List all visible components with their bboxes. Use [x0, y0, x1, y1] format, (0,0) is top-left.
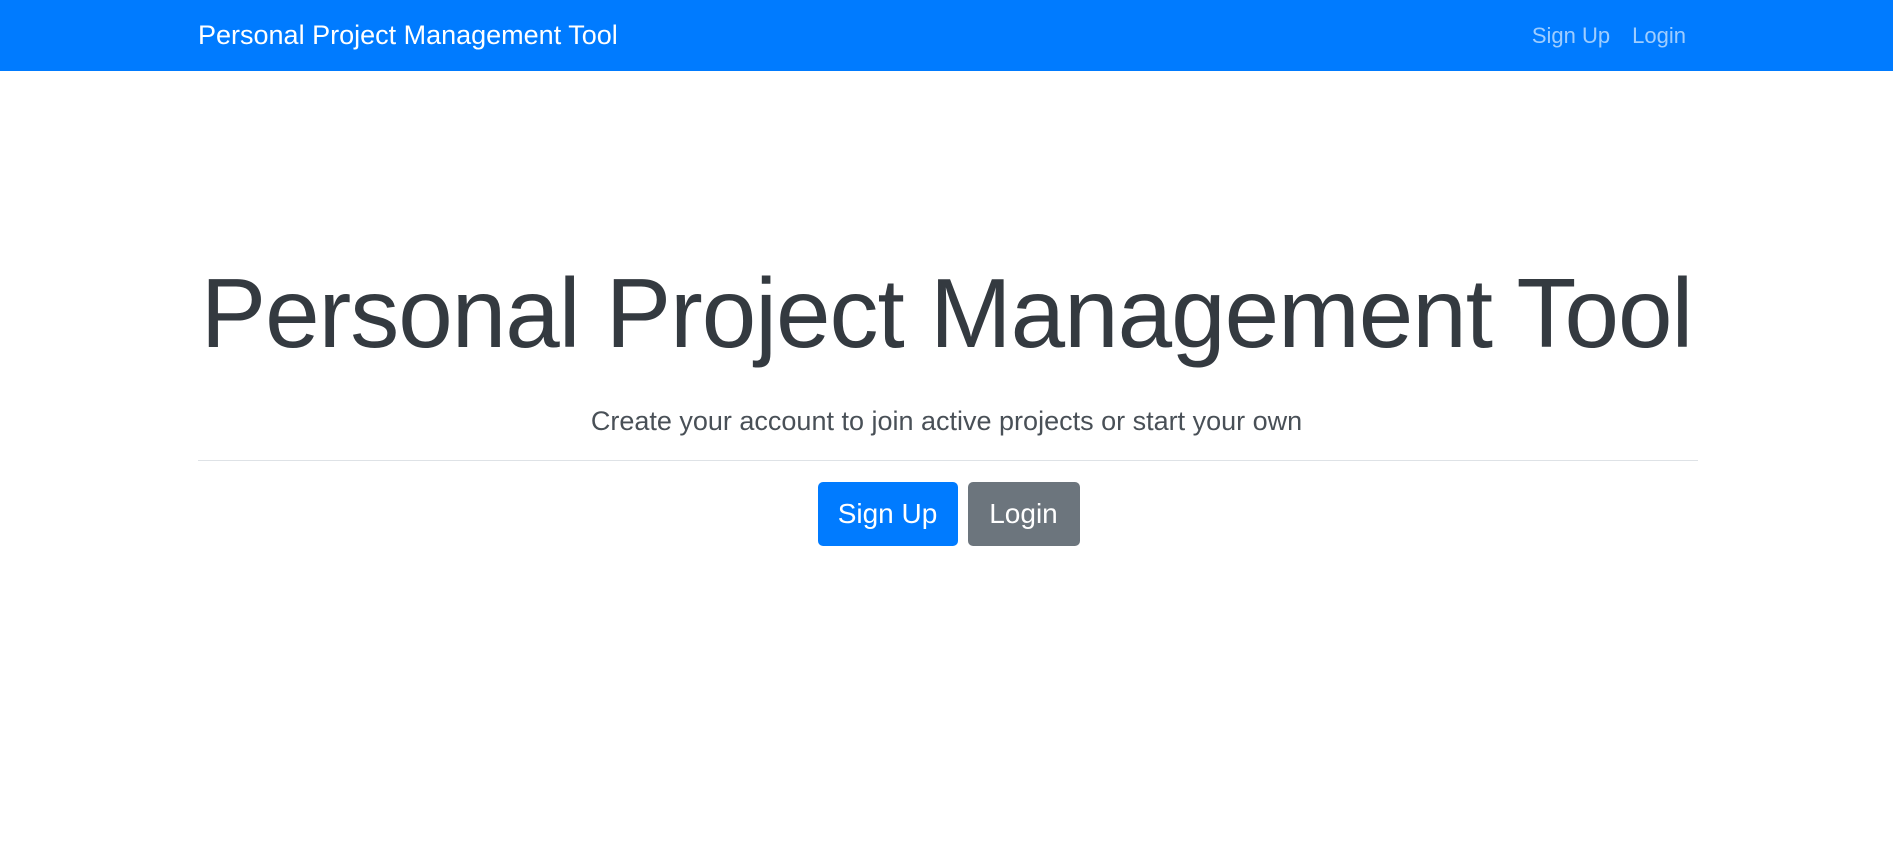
navbar-brand[interactable]: Personal Project Management Tool: [198, 0, 618, 71]
login-button[interactable]: Login: [967, 482, 1080, 546]
hero-title: Personal Project Management Tool: [200, 258, 1694, 368]
hero-button-group: Sign Up Login: [0, 482, 1893, 546]
nav-login-link[interactable]: Login: [1632, 23, 1686, 49]
signup-button[interactable]: Sign Up: [817, 482, 958, 546]
hero-divider: [198, 460, 1698, 461]
navbar-links: Sign Up Login: [1532, 0, 1686, 71]
top-navbar: Personal Project Management Tool Sign Up…: [0, 0, 1893, 71]
nav-signup-link[interactable]: Sign Up: [1532, 23, 1610, 49]
hero-lead-text: Create your account to join active proje…: [590, 406, 1303, 436]
